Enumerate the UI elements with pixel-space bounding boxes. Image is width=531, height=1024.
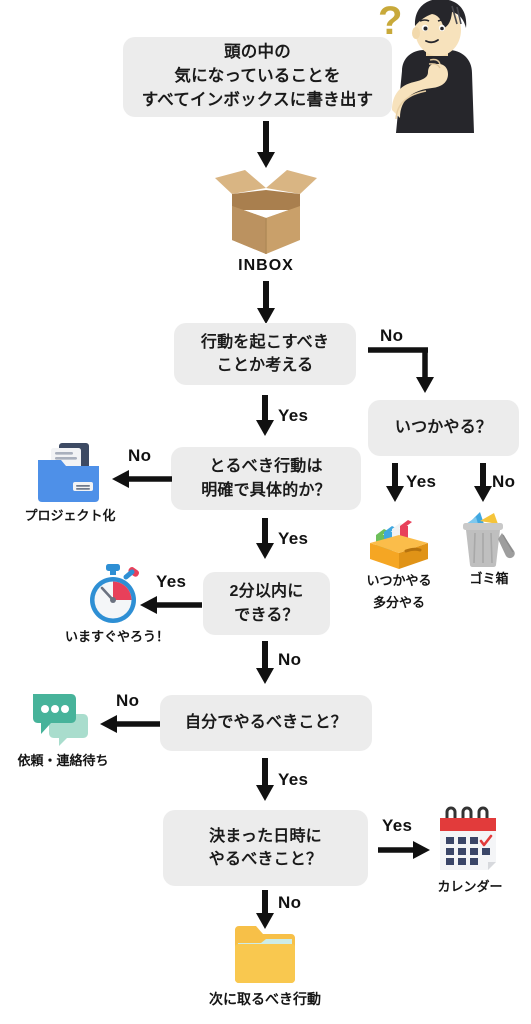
edge-label-scheduled-yes: Yes (382, 816, 413, 835)
edge-label-myself-yes: Yes (278, 770, 309, 789)
box-action-check-text: 行動を起こすべき ことか考える (200, 333, 330, 374)
arrow-action-check-yes (256, 395, 274, 437)
box-two-minutes: 2分以内に できる？ (203, 572, 330, 635)
edge-label-action-check-yes: Yes (278, 406, 309, 425)
box-scheduled: 決まった日時に やるべきこと？ (163, 810, 368, 886)
trash-can-icon (458, 507, 520, 569)
arrow-action-check-no (368, 344, 448, 394)
arrow-scheduled-no (256, 890, 274, 930)
stopwatch-icon (84, 564, 148, 626)
edge-label-scheduled-no: No (278, 893, 302, 912)
caption-waiting: 依頼・連絡待ち (17, 753, 109, 768)
arrow-myself-yes (256, 758, 274, 802)
blue-folder-documents-icon (33, 442, 105, 504)
edge-label-two-minutes-no: No (278, 650, 302, 669)
caption-do-now: いますぐやろう！ (64, 629, 169, 644)
arrow-myself-no (100, 711, 160, 737)
arrow-someday-no (474, 463, 492, 503)
caption-project: プロジェクト化 (24, 508, 116, 523)
edge-label-someday-yes: Yes (406, 472, 437, 491)
box-do-it-myself: 自分でやるべきこと？ (160, 695, 372, 751)
arrow-two-minutes-yes (140, 592, 202, 618)
caption-someday-maybe: いつかやる 多分やる (366, 573, 432, 611)
chat-bubbles-icon (25, 688, 95, 750)
arrow-inbox-to-action-check (257, 281, 275, 325)
box-do-it-myself-text: 自分でやるべきこと？ (184, 714, 347, 732)
edge-label-someday-no: No (492, 472, 516, 491)
box-someday-text: いつかやる？ (394, 419, 493, 437)
edge-label-myself-no: No (116, 691, 140, 710)
arrow-someday-yes (386, 463, 404, 503)
box-brain-dump-text: 頭の中の 気になっていることを すべてインボックスに書き出す (141, 43, 374, 109)
file-box-books-icon (360, 507, 438, 569)
arrow-concrete-no (112, 466, 172, 492)
box-clear-concrete-text: とるべき行動は 明確で具体的か？ (201, 458, 331, 499)
caption-trash: ゴミ箱 (469, 571, 509, 586)
edge-label-concrete-yes: Yes (278, 529, 309, 548)
arrow-two-minutes-no (256, 641, 274, 685)
caption-next-action: 次に取るべき行動 (209, 991, 321, 1007)
orange-folder-icon (232, 925, 298, 987)
box-clear-concrete: とるべき行動は 明確で具体的か？ (171, 447, 361, 510)
inbox-box-icon (207, 166, 325, 256)
box-scheduled-text: 決まった日時に やるべきこと？ (208, 827, 323, 868)
calendar-icon (434, 806, 502, 876)
box-someday: いつかやる？ (368, 400, 519, 456)
arrow-title-to-inbox (257, 121, 275, 169)
edge-label-concrete-no: No (128, 446, 152, 465)
box-two-minutes-text: 2分以内に できる？ (229, 583, 304, 624)
caption-calendar: カレンダー (437, 879, 503, 894)
edge-label-action-check-no: No (380, 326, 404, 345)
box-action-check: 行動を起こすべき ことか考える (174, 323, 356, 385)
edge-label-two-minutes-yes: Yes (156, 572, 187, 591)
flowchart-canvas: ? 頭の中の 気になっていることを すべてインボックスに書き出す INBOX 行… (0, 0, 531, 1024)
arrow-concrete-yes (256, 518, 274, 560)
box-brain-dump: 頭の中の 気になっていることを すべてインボックスに書き出す (123, 37, 392, 117)
inbox-label: INBOX (238, 257, 294, 274)
arrow-scheduled-yes (378, 837, 430, 863)
